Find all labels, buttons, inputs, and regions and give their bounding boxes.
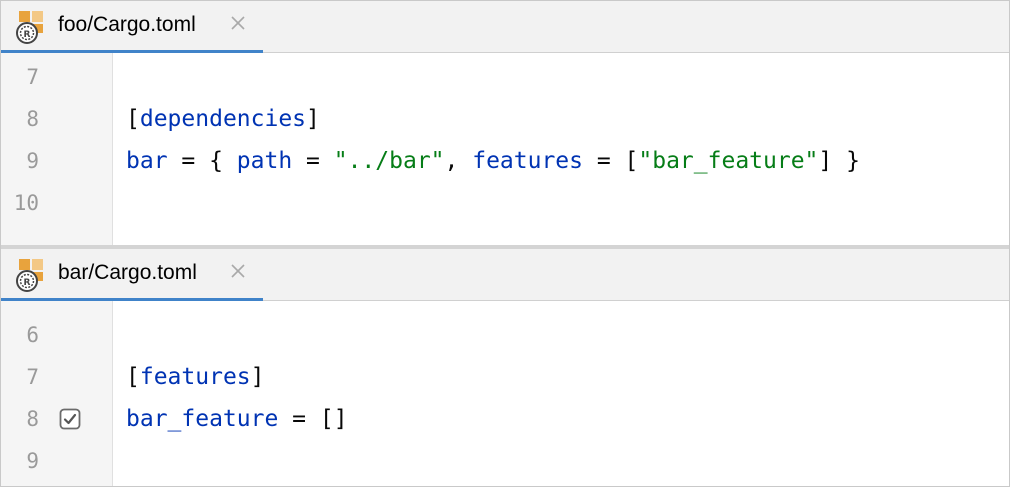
line-number: 6 (26, 323, 39, 347)
code-editor[interactable]: 7 8 9 10 [dependencies] bar = { path = "… (1, 53, 1009, 245)
tab-label: foo/Cargo.toml (58, 13, 196, 36)
bracket: [ (126, 106, 140, 132)
tab-bar: R bar/Cargo.toml (1, 249, 1009, 302)
close-icon[interactable] (230, 15, 246, 31)
line-number: 10 (13, 191, 39, 215)
toml-string: "../bar" (333, 148, 445, 174)
punctuation: = (292, 148, 334, 174)
bracket: ] (306, 106, 320, 132)
top-editor-pane: R foo/Cargo.toml 7 8 9 10 [dependencies]… (1, 1, 1009, 245)
svg-text:R: R (24, 30, 31, 40)
section-header: dependencies (139, 106, 307, 132)
code-line-features[interactable]: [features] (126, 363, 265, 391)
rust-toml-file-icon: R (16, 11, 43, 44)
code-line-bar-feature[interactable]: bar_feature = [] (126, 405, 348, 433)
close-icon[interactable] (230, 263, 246, 279)
line-number: 7 (26, 365, 39, 389)
code-line-dependencies[interactable]: [dependencies] (126, 105, 320, 133)
svg-text:R: R (24, 278, 31, 288)
punctuation: = [ (583, 148, 639, 174)
toml-key: bar_feature (126, 406, 279, 432)
tab-bar-cargo-toml[interactable]: R bar/Cargo.toml (1, 249, 263, 302)
punctuation: = { (167, 148, 237, 174)
toml-key: bar (126, 148, 168, 174)
punctuation: , (444, 148, 473, 174)
section-header: features (139, 364, 251, 390)
line-number: 8 (26, 407, 39, 431)
punctuation: ] } (818, 148, 860, 174)
bottom-editor-pane: R bar/Cargo.toml 6 7 8 9 [features] bar_… (1, 249, 1009, 486)
toml-key: features (472, 148, 583, 174)
line-number-gutter: 6 7 8 9 (1, 301, 113, 486)
toml-key: path (236, 148, 293, 174)
line-number-gutter: 7 8 9 10 (1, 53, 113, 245)
tab-label: bar/Cargo.toml (58, 261, 197, 284)
bracket: [ (126, 364, 140, 390)
checkbox-checked-icon[interactable] (59, 408, 81, 430)
line-number: 8 (26, 107, 39, 131)
code-line-bar-dependency[interactable]: bar = { path = "../bar", features = ["ba… (126, 147, 860, 175)
line-number: 9 (26, 149, 39, 173)
code-editor[interactable]: 6 7 8 9 [features] bar_feature = [] (1, 301, 1009, 486)
rust-toml-file-icon: R (16, 259, 43, 292)
editor-window: R foo/Cargo.toml 7 8 9 10 [dependencies]… (0, 0, 1010, 487)
toml-string: "bar_feature" (638, 148, 819, 174)
bracket: ] (250, 364, 265, 390)
line-number: 9 (26, 449, 39, 473)
line-number: 7 (26, 65, 39, 89)
punctuation: = [] (278, 406, 348, 432)
tab-foo-cargo-toml[interactable]: R foo/Cargo.toml (1, 1, 263, 54)
tab-bar: R foo/Cargo.toml (1, 1, 1009, 54)
